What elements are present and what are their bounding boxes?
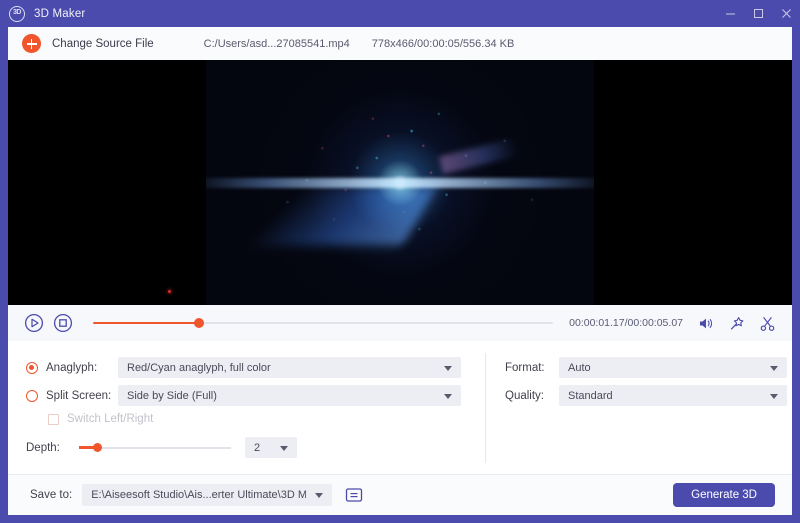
quality-select[interactable]: Standard	[559, 385, 787, 406]
window-title: 3D Maker	[34, 7, 86, 20]
volume-icon[interactable]	[697, 315, 714, 332]
chevron-down-icon	[770, 365, 778, 371]
anaglyph-mode-select[interactable]: Red/Cyan anaglyph, full color	[118, 357, 461, 378]
maximize-icon[interactable]	[744, 0, 772, 27]
anaglyph-radio[interactable]	[26, 361, 38, 374]
anaglyph-label: Anaglyph:	[46, 361, 98, 374]
save-path-select[interactable]: E:\Aiseesoft Studio\Ais...erter Ultimate…	[82, 484, 333, 506]
anaglyph-row: Anaglyph: Red/Cyan anaglyph, full color	[26, 357, 461, 378]
chevron-down-icon	[444, 365, 452, 371]
split-screen-mode-select[interactable]: Side by Side (Full)	[118, 385, 461, 406]
chevron-down-icon	[315, 493, 324, 498]
depth-value: 2	[254, 441, 261, 454]
video-frame	[206, 60, 594, 305]
title-bar: 3D 3D Maker	[0, 0, 800, 27]
quality-label: Quality:	[505, 389, 544, 402]
chevron-down-icon	[280, 445, 288, 451]
pin-star-icon[interactable]	[728, 315, 745, 332]
source-toolbar: Change Source File C:/Users/asd...270855…	[8, 27, 792, 60]
depth-label: Depth:	[26, 441, 60, 454]
depth-row: Depth: 2	[26, 437, 297, 458]
timecode-display: 00:00:01.17/00:00:05.07	[569, 317, 683, 329]
options-panel: Anaglyph: Red/Cyan anaglyph, full color …	[8, 341, 792, 474]
generate-3d-button[interactable]: Generate 3D	[673, 483, 775, 507]
depth-slider[interactable]	[79, 442, 231, 454]
change-source-file-button[interactable]: Change Source File	[52, 38, 154, 50]
depth-slider-handle[interactable]	[92, 443, 102, 452]
format-label: Format:	[505, 361, 545, 374]
scissors-icon[interactable]	[759, 315, 776, 332]
split-screen-radio[interactable]	[26, 389, 38, 402]
switch-lr-row: Switch Left/Right	[48, 413, 153, 425]
3d-badge-icon: 3D	[9, 5, 25, 22]
source-file-meta: 778x466/00:00:05/556.34 KB	[371, 37, 515, 50]
depth-slider-track	[79, 446, 231, 449]
chevron-down-icon	[770, 393, 778, 399]
footer-bar: Save to: E:\Aiseesoft Studio\Ais...erter…	[8, 474, 792, 515]
app-window: 3D 3D Maker Change Source File C:/Users/…	[0, 0, 800, 523]
switch-lr-label: Switch Left/Right	[67, 413, 154, 425]
plus-circle-icon[interactable]	[22, 34, 41, 53]
red-accent-dot	[168, 290, 171, 293]
split-screen-label: Split Screen:	[46, 389, 112, 402]
video-preview[interactable]	[8, 60, 792, 305]
save-path-value: E:\Aiseesoft Studio\Ais...erter Ultimate…	[91, 489, 307, 501]
minimize-icon[interactable]	[716, 0, 744, 27]
player-controls: 00:00:01.17/00:00:05.07	[8, 305, 792, 341]
quality-value: Standard	[568, 389, 613, 402]
seek-fill	[93, 321, 199, 325]
window-controls	[716, 0, 800, 27]
format-select[interactable]: Auto	[559, 357, 787, 378]
stop-circle-icon[interactable]	[53, 313, 73, 333]
anaglyph-mode-value: Red/Cyan anaglyph, full color	[127, 361, 271, 374]
format-row: Format: Auto	[505, 357, 787, 378]
seek-handle[interactable]	[193, 318, 204, 328]
folder-open-icon[interactable]	[342, 485, 366, 505]
seek-slider[interactable]	[93, 316, 554, 330]
split-screen-mode-value: Side by Side (Full)	[127, 389, 217, 402]
save-to-label: Save to:	[30, 489, 73, 501]
lens-flare-streak	[206, 177, 594, 188]
play-circle-icon[interactable]	[24, 313, 44, 333]
depth-value-select[interactable]: 2	[245, 437, 297, 458]
split-screen-row: Split Screen: Side by Side (Full)	[26, 385, 461, 406]
source-file-path: C:/Users/asd...27085541.mp4	[203, 37, 350, 50]
format-value: Auto	[568, 361, 591, 374]
chevron-down-icon	[444, 393, 452, 399]
switch-lr-checkbox	[48, 413, 59, 425]
quality-row: Quality: Standard	[505, 385, 787, 406]
close-icon[interactable]	[772, 0, 800, 27]
panel-divider	[485, 353, 486, 463]
